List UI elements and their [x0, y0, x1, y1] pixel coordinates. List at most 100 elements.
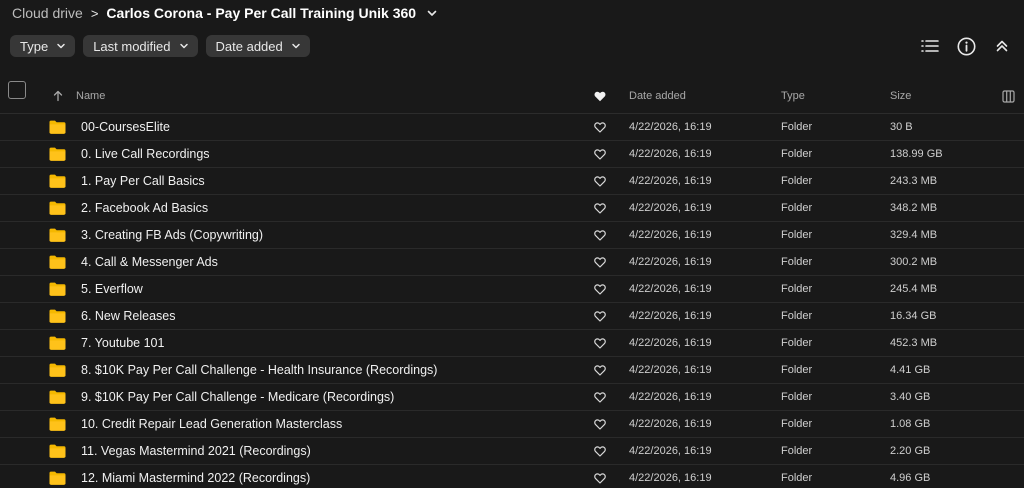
- heart-icon[interactable]: [594, 357, 606, 383]
- file-type: Folder: [781, 418, 813, 430]
- sort-arrow-up-icon[interactable]: [52, 78, 64, 114]
- breadcrumb-root[interactable]: Cloud drive: [12, 5, 83, 21]
- file-type: Folder: [781, 175, 813, 187]
- heart-icon[interactable]: [594, 114, 606, 140]
- select-all-checkbox[interactable]: [8, 81, 26, 99]
- table-row[interactable]: 9. $10K Pay Per Call Challenge - Medicar…: [0, 384, 1024, 411]
- column-header-date-added[interactable]: Date added: [629, 78, 686, 114]
- file-name: 9. $10K Pay Per Call Challenge - Medicar…: [81, 390, 395, 404]
- file-size: 348.2 MB: [890, 202, 938, 214]
- heart-icon[interactable]: [594, 303, 606, 329]
- table-row[interactable]: 11. Vegas Mastermind 2021 (Recordings) 4…: [0, 438, 1024, 465]
- file-date-added: 4/22/2026, 16:19: [629, 202, 712, 214]
- breadcrumb: Cloud drive > Carlos Corona - Pay Per Ca…: [12, 4, 438, 22]
- columns-icon[interactable]: [1002, 78, 1015, 114]
- file-name: 1. Pay Per Call Basics: [81, 174, 205, 188]
- table-row[interactable]: 5. Everflow 4/22/2026, 16:19 Folder 245.…: [0, 276, 1024, 303]
- heart-icon[interactable]: [594, 411, 606, 437]
- list-view-icon[interactable]: [920, 36, 940, 56]
- collapse-up-icon[interactable]: [992, 36, 1012, 56]
- heart-icon[interactable]: [594, 249, 606, 275]
- info-icon[interactable]: [956, 36, 976, 56]
- folder-icon: [49, 276, 66, 302]
- folder-icon: [49, 249, 66, 275]
- folder-icon: [49, 168, 66, 194]
- file-size: 452.3 MB: [890, 337, 938, 349]
- table-row[interactable]: 10. Credit Repair Lead Generation Master…: [0, 411, 1024, 438]
- file-size: 16.34 GB: [890, 310, 937, 322]
- chevron-down-icon: [57, 43, 65, 49]
- file-type: Folder: [781, 310, 813, 322]
- heart-icon[interactable]: [594, 465, 606, 488]
- heart-icon[interactable]: [594, 78, 606, 114]
- filter-type-button[interactable]: Type: [10, 35, 76, 57]
- heart-icon[interactable]: [594, 330, 606, 356]
- table-row[interactable]: 4. Call & Messenger Ads 4/22/2026, 16:19…: [0, 249, 1024, 276]
- folder-icon: [49, 438, 66, 464]
- file-name: 10. Credit Repair Lead Generation Master…: [81, 417, 343, 431]
- folder-icon: [49, 114, 66, 140]
- filter-last-modified-button[interactable]: Last modified: [83, 35, 198, 57]
- heart-icon[interactable]: [594, 168, 606, 194]
- file-date-added: 4/22/2026, 16:19: [629, 445, 712, 457]
- file-type: Folder: [781, 337, 813, 349]
- heart-icon[interactable]: [594, 384, 606, 410]
- file-type: Folder: [781, 283, 813, 295]
- table-row[interactable]: 00-CoursesElite 4/22/2026, 16:19 Folder …: [0, 114, 1024, 141]
- breadcrumb-separator: >: [90, 5, 99, 21]
- folder-icon: [49, 303, 66, 329]
- file-name: 11. Vegas Mastermind 2021 (Recordings): [81, 444, 311, 458]
- column-header-type[interactable]: Type: [781, 78, 805, 114]
- folder-icon: [49, 384, 66, 410]
- folder-icon: [49, 195, 66, 221]
- folder-icon: [49, 465, 66, 488]
- filter-last-modified-label: Last modified: [93, 38, 171, 54]
- table-row[interactable]: 7. Youtube 101 4/22/2026, 16:19 Folder 4…: [0, 330, 1024, 357]
- file-type: Folder: [781, 256, 813, 268]
- file-type: Folder: [781, 229, 813, 241]
- table-row[interactable]: 6. New Releases 4/22/2026, 16:19 Folder …: [0, 303, 1024, 330]
- file-size: 30 B: [890, 121, 913, 133]
- file-type: Folder: [781, 391, 813, 403]
- folder-icon: [49, 357, 66, 383]
- file-type: Folder: [781, 364, 813, 376]
- heart-icon[interactable]: [594, 438, 606, 464]
- file-size: 243.3 MB: [890, 175, 938, 187]
- file-name: 12. Miami Mastermind 2022 (Recordings): [81, 471, 311, 485]
- file-date-added: 4/22/2026, 16:19: [629, 121, 712, 133]
- table-row[interactable]: 8. $10K Pay Per Call Challenge - Health …: [0, 357, 1024, 384]
- file-type: Folder: [781, 121, 813, 133]
- heart-icon[interactable]: [594, 222, 606, 248]
- file-size: 245.4 MB: [890, 283, 938, 295]
- chevron-down-icon[interactable]: [426, 7, 438, 19]
- table-row[interactable]: 0. Live Call Recordings 4/22/2026, 16:19…: [0, 141, 1024, 168]
- file-name: 3. Creating FB Ads (Copywriting): [81, 228, 264, 242]
- heart-icon[interactable]: [594, 276, 606, 302]
- heart-icon[interactable]: [594, 141, 606, 167]
- file-size: 329.4 MB: [890, 229, 938, 241]
- column-header-size[interactable]: Size: [890, 78, 911, 114]
- file-type: Folder: [781, 445, 813, 457]
- table-row[interactable]: 3. Creating FB Ads (Copywriting) 4/22/20…: [0, 222, 1024, 249]
- table-row[interactable]: 2. Facebook Ad Basics 4/22/2026, 16:19 F…: [0, 195, 1024, 222]
- file-name: 7. Youtube 101: [81, 336, 165, 350]
- filter-date-added-button[interactable]: Date added: [205, 35, 310, 57]
- file-size: 4.41 GB: [890, 364, 931, 376]
- file-type: Folder: [781, 202, 813, 214]
- folder-icon: [49, 222, 66, 248]
- chevron-down-icon: [179, 43, 188, 49]
- table-row[interactable]: 1. Pay Per Call Basics 4/22/2026, 16:19 …: [0, 168, 1024, 195]
- breadcrumb-current-folder[interactable]: Carlos Corona - Pay Per Call Training Un…: [106, 5, 416, 21]
- file-size: 138.99 GB: [890, 148, 943, 160]
- file-name: 0. Live Call Recordings: [81, 147, 210, 161]
- folder-icon: [49, 141, 66, 167]
- file-name: 00-CoursesElite: [81, 120, 170, 134]
- file-date-added: 4/22/2026, 16:19: [629, 391, 712, 403]
- column-header-name[interactable]: Name: [76, 78, 105, 114]
- table-row[interactable]: 12. Miami Mastermind 2022 (Recordings) 4…: [0, 465, 1024, 488]
- file-size: 3.40 GB: [890, 391, 931, 403]
- file-size: 2.20 GB: [890, 445, 931, 457]
- file-date-added: 4/22/2026, 16:19: [629, 418, 712, 430]
- heart-icon[interactable]: [594, 195, 606, 221]
- file-date-added: 4/22/2026, 16:19: [629, 283, 712, 295]
